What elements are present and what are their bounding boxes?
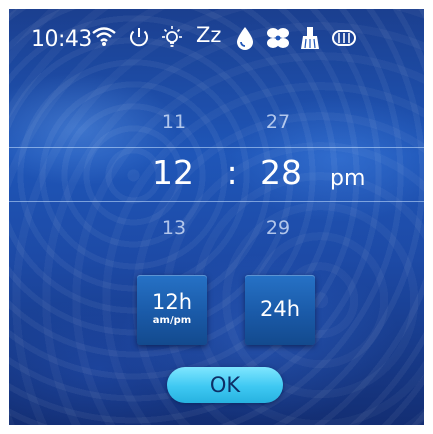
side-brush-icon: [329, 25, 359, 51]
format-24h-button[interactable]: 24h: [245, 275, 315, 345]
status-clock: 10:43: [31, 27, 92, 52]
wifi-icon: [91, 25, 117, 47]
hour-prev[interactable]: 11: [159, 111, 189, 133]
water-drop-icon: [235, 25, 255, 51]
fan-icon: [264, 25, 292, 51]
light-bulb-icon: [159, 25, 185, 51]
power-icon: [127, 25, 151, 49]
time-separator: :: [226, 153, 238, 192]
brush-icon: [299, 25, 321, 51]
format-12h-label: 12h: [151, 290, 193, 314]
format-24h-label: 24h: [259, 297, 301, 321]
minute-current[interactable]: 28: [254, 153, 308, 192]
hour-current[interactable]: 12: [146, 153, 200, 192]
ok-button[interactable]: OK: [167, 367, 283, 403]
picker-top-divider: [9, 147, 424, 148]
sleep-icon: Zz: [196, 23, 222, 47]
ampm-selector[interactable]: pm: [330, 166, 365, 191]
hour-next[interactable]: 13: [159, 217, 189, 239]
minute-prev[interactable]: 27: [262, 111, 294, 133]
format-12h-button[interactable]: 12h am/pm: [137, 275, 207, 345]
format-12h-sublabel: am/pm: [152, 315, 192, 326]
picker-bottom-divider: [9, 201, 424, 202]
settings-screen: 10:43 Zz 11 27 12: 28 pm 13 29 12h am/p…: [9, 9, 424, 425]
status-bar: 10:43 Zz: [9, 9, 424, 67]
minute-next[interactable]: 29: [262, 217, 294, 239]
